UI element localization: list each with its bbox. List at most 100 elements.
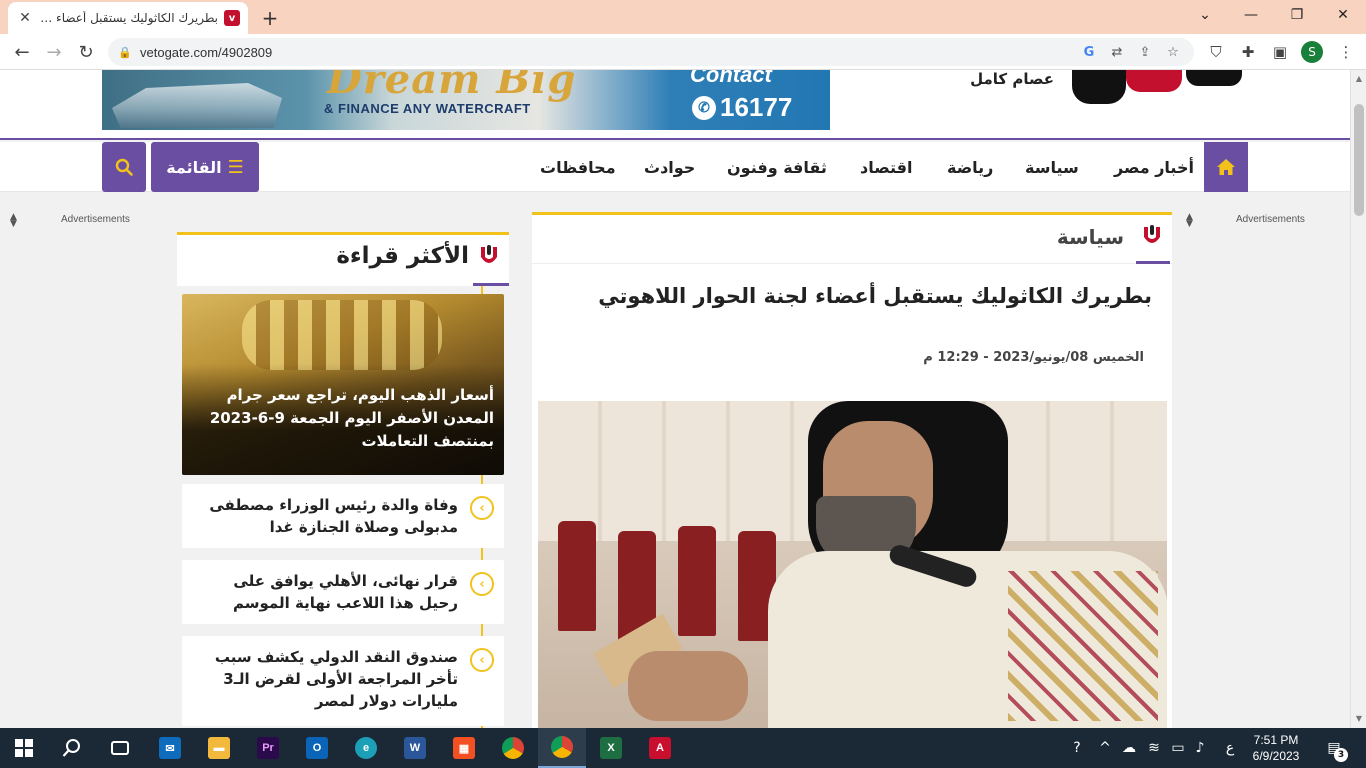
- page-scrollbar[interactable]: ▲ ▼: [1350, 70, 1366, 728]
- nav-item-culture-arts[interactable]: ثقافة وفنون: [727, 142, 827, 192]
- word-app[interactable]: W: [391, 728, 439, 768]
- mail-icon: ✉: [159, 737, 181, 759]
- close-window-icon[interactable]: ✕: [1320, 0, 1366, 30]
- store-app[interactable]: ▦: [440, 728, 488, 768]
- outlook-app[interactable]: O: [293, 728, 341, 768]
- url-text: vetogate.com/4902809: [140, 44, 273, 60]
- profile-avatar[interactable]: S: [1301, 41, 1323, 63]
- system-clock[interactable]: 7:51 PM 6/9/2023: [1246, 732, 1306, 764]
- nav-item-accidents[interactable]: حوادث: [644, 142, 695, 192]
- scroll-up-icon[interactable]: ▲: [1354, 74, 1364, 84]
- home-icon: [1217, 159, 1235, 175]
- vetogate-mark-icon: [1144, 225, 1160, 243]
- scroll-thumb[interactable]: [1354, 104, 1364, 216]
- list-item[interactable]: ‹ قرار نهائى، الأهلي يوافق على رحيل هذا …: [182, 560, 504, 624]
- ads-label-left: Advertisements: [61, 214, 130, 225]
- nav-item-politics[interactable]: سياسة: [1025, 142, 1079, 192]
- most-read-feature-card[interactable]: أسعار الذهب اليوم، تراجع سعر جرام المعدن…: [182, 294, 504, 475]
- bookmark-star-icon[interactable]: ☆: [1162, 41, 1184, 63]
- cloud-icon[interactable]: ☁: [1119, 738, 1139, 758]
- main-nav: أخبار مصر سياسة رياضة اقتصاد ثقافة وفنون…: [0, 142, 1350, 192]
- logo-shape: [1072, 70, 1126, 104]
- menu-button[interactable]: ☰ القائمة: [151, 142, 259, 192]
- acrobat-app[interactable]: A: [636, 728, 684, 768]
- wifi-icon[interactable]: ≋: [1144, 738, 1164, 758]
- article-date: الخميس 08/يونيو/2023 - 12:29 م: [923, 350, 1144, 365]
- shield-extension-icon[interactable]: ⛉: [1204, 40, 1228, 64]
- browser-tab[interactable]: v بطريرك الكاثوليك يستقبل أعضاء لجنة الح…: [8, 2, 248, 34]
- banner-phone: ✆ 16177: [692, 92, 792, 123]
- ad-collapse-icon[interactable]: ▲ ▼: [10, 213, 17, 229]
- show-hidden-icons-chevron-icon[interactable]: ^: [1095, 738, 1115, 758]
- restore-icon[interactable]: ❐: [1274, 0, 1320, 30]
- folder-icon: ▬: [208, 737, 230, 759]
- browser-toolbar: ← → ↻ 🔒 vetogate.com/4902809 G ⇄ ⇪ ☆ ⛉ ✚…: [0, 34, 1366, 70]
- nav-item-economy[interactable]: اقتصاد: [860, 142, 912, 192]
- forward-icon[interactable]: →: [40, 38, 68, 66]
- browser-tab-bar: v بطريرك الكاثوليك يستقبل أعضاء لجنة الح…: [0, 0, 1366, 34]
- ads-label-right: Advertisements: [1236, 214, 1305, 225]
- lock-icon[interactable]: 🔒: [118, 46, 132, 59]
- word-icon: W: [404, 737, 426, 759]
- ad-collapse-icon[interactable]: ▲ ▼: [1186, 213, 1193, 229]
- outlook-icon: O: [306, 737, 328, 759]
- extensions-puzzle-icon[interactable]: ✚: [1236, 40, 1260, 64]
- help-icon[interactable]: ?: [1067, 738, 1087, 758]
- premiere-app[interactable]: Pr: [244, 728, 292, 768]
- nav-item-sports[interactable]: رياضة: [947, 142, 993, 192]
- nav-item-egypt-news[interactable]: أخبار مصر: [1114, 142, 1194, 192]
- taskbar: ✉ ▬ Pr O e W ▦ X A ? ^ ☁ ≋ ▭ ♪ ع 7:51 PM…: [0, 728, 1366, 768]
- feature-headline[interactable]: أسعار الذهب اليوم، تراجع سعر جرام المعدن…: [194, 384, 494, 453]
- list-item[interactable]: ‹ وفاة والدة رئيس الوزراء مصطفى مدبولى و…: [182, 484, 504, 548]
- mail-app[interactable]: ✉: [146, 728, 194, 768]
- edge-app[interactable]: e: [342, 728, 390, 768]
- battery-icon[interactable]: ▭: [1168, 738, 1188, 758]
- input-language[interactable]: ع: [1220, 738, 1240, 758]
- header-author[interactable]: عصام كامل: [948, 70, 1054, 88]
- banner-phone-number: 16177: [720, 92, 793, 122]
- close-tab-icon[interactable]: ✕: [16, 9, 34, 27]
- photo-hand: [628, 651, 748, 721]
- web-page: Dream Big & FINANCE ANY WATERCRAFT Conta…: [0, 70, 1350, 728]
- banner-subline: & FINANCE ANY WATERCRAFT: [324, 101, 531, 116]
- chrome-icon: [551, 736, 573, 758]
- translate-icon[interactable]: ⇄: [1106, 41, 1128, 63]
- menu-kebab-icon[interactable]: ⋮: [1334, 40, 1358, 64]
- chrome-app[interactable]: [489, 728, 537, 768]
- google-lens-icon[interactable]: G: [1078, 41, 1100, 63]
- reload-icon[interactable]: ↻: [72, 38, 100, 66]
- excel-app[interactable]: X: [587, 728, 635, 768]
- new-tab-icon[interactable]: +: [258, 6, 282, 30]
- start-button[interactable]: [0, 728, 48, 768]
- scroll-down-icon[interactable]: ▼: [1354, 714, 1364, 724]
- share-icon[interactable]: ⇪: [1134, 41, 1156, 63]
- back-icon[interactable]: ←: [8, 38, 36, 66]
- list-item-headline[interactable]: قرار نهائى، الأهلي يوافق على رحيل هذا ال…: [192, 570, 458, 614]
- address-bar[interactable]: 🔒 vetogate.com/4902809 G ⇄ ⇪ ☆: [108, 38, 1194, 66]
- list-item-headline[interactable]: وفاة والدة رئيس الوزراء مصطفى مدبولى وصل…: [192, 494, 458, 538]
- home-button[interactable]: [1204, 142, 1248, 192]
- phone-icon: ✆: [692, 95, 716, 120]
- tab-search-chevron-icon[interactable]: ⌄: [1182, 0, 1228, 30]
- list-item-headline[interactable]: صندوق النقد الدولي يكشف سبب تأخر المراجع…: [192, 646, 458, 712]
- notification-count: 3: [1334, 748, 1348, 762]
- logo-shape: [1186, 70, 1242, 86]
- site-logo[interactable]: [1066, 70, 1250, 108]
- list-item[interactable]: ‹ صندوق النقد الدولي يكشف سبب تأخر المرا…: [182, 636, 504, 726]
- file-explorer-app[interactable]: ▬: [195, 728, 243, 768]
- chrome-profile-app[interactable]: [538, 728, 586, 768]
- volume-icon[interactable]: ♪: [1190, 738, 1210, 758]
- most-read-title: الأكثر قراءة: [336, 243, 469, 269]
- ad-banner[interactable]: Dream Big & FINANCE ANY WATERCRAFT Conta…: [102, 70, 830, 130]
- gold-image: [242, 300, 442, 370]
- most-read-section: الأكثر قراءة أسعار الذهب اليوم، تراجع سع…: [177, 232, 509, 728]
- search-taskbar-button[interactable]: [48, 728, 96, 768]
- article-category[interactable]: سياسة: [1057, 225, 1124, 249]
- banner-headline: Dream Big: [327, 70, 577, 103]
- nav-item-governorates[interactable]: محافظات: [540, 142, 616, 192]
- task-view-button[interactable]: [96, 728, 144, 768]
- side-panel-icon[interactable]: ▣: [1268, 40, 1292, 64]
- chevron-left-icon: ‹: [470, 496, 494, 520]
- search-button[interactable]: [102, 142, 146, 192]
- minimize-icon[interactable]: —: [1228, 0, 1274, 30]
